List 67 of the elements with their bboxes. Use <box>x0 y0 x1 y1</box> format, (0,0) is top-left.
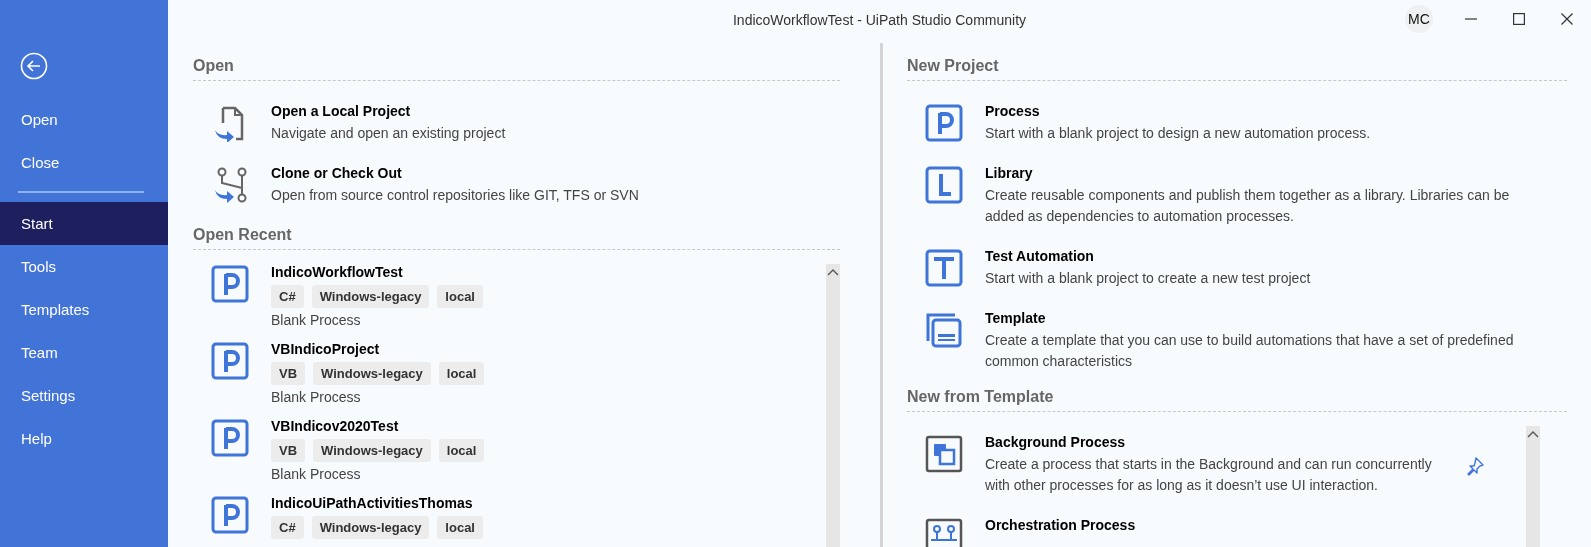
project-type-title[interactable]: Template <box>985 306 1567 330</box>
action-title[interactable]: Open a Local Project <box>271 99 840 123</box>
minimize-icon <box>1465 18 1477 20</box>
project-tag: VB <box>271 361 306 386</box>
section-heading: Open Recent <box>193 223 840 250</box>
project-type: Blank Process <box>271 465 362 484</box>
template-icon <box>925 311 963 349</box>
project-tag: C# <box>271 284 304 309</box>
item-description: Open from source control repositories like GIT, TFS or SVN <box>271 186 640 205</box>
project-name[interactable]: IndicoUiPathActivitiesThomas <box>271 491 483 515</box>
scrollbar[interactable] <box>1526 426 1540 547</box>
sidebar-item[interactable]: Close <box>0 141 168 184</box>
sidebar-item[interactable]: Start <box>0 202 168 245</box>
scroll-up-icon <box>826 268 840 278</box>
project-tag: Windows-legacy <box>311 284 430 309</box>
project-tag: Windows-legacy <box>313 438 431 463</box>
background-process-icon <box>925 435 963 473</box>
section-heading: New from Template <box>907 385 1567 412</box>
library-icon <box>925 166 963 204</box>
test-icon <box>925 249 963 287</box>
project-tag: local <box>438 361 485 386</box>
project-tag: C# <box>271 515 304 540</box>
project-type-title[interactable]: Process <box>985 99 1567 123</box>
project-tag: local <box>437 515 483 540</box>
pin-icon <box>1466 457 1486 477</box>
template-name[interactable]: Background Process <box>985 430 1444 454</box>
project-tag: Windows-legacy <box>311 515 430 540</box>
sidebar-item[interactable]: Settings <box>0 374 168 417</box>
project-type: Blank Process <box>271 311 362 330</box>
window-title: IndicoWorkflowTest - UiPath Studio Community <box>732 12 1027 28</box>
project-tag: Windows-legacy <box>313 361 431 386</box>
item-description: Navigate and open an existing project <box>271 124 507 143</box>
project-name[interactable]: VBIndicov2020Test <box>271 414 485 438</box>
item-description: Start with a blank project to create a new test project <box>985 269 1312 288</box>
project-type-title[interactable]: Library <box>985 161 1567 185</box>
item-description: Start with a blank project to design a new automation process. <box>985 124 1372 143</box>
section-heading: New Project <box>907 54 1567 81</box>
item-description: Create a process that starts in the Background and can run concurrently with other processes for as long as it doesn’t use UI interaction. <box>985 455 1433 495</box>
process-icon <box>925 104 963 142</box>
item-description: Create reusable components and publish them together as a library. Libraries can be added as dependencies to automation processes. <box>985 186 1511 226</box>
template-name[interactable]: Orchestration Process <box>985 513 1526 537</box>
process-icon <box>211 265 249 303</box>
scroll-up-icon <box>1526 430 1540 440</box>
back-icon <box>20 52 48 80</box>
sidebar-item[interactable]: Help <box>0 417 168 460</box>
project-tag: local <box>438 438 485 463</box>
project-name[interactable]: IndicoWorkflowTest <box>271 260 483 284</box>
sidebar-item[interactable]: Tools <box>0 245 168 288</box>
project-name[interactable]: VBIndicoProject <box>271 337 485 361</box>
sidebar-item[interactable]: Open <box>0 98 168 141</box>
process-icon <box>211 496 249 534</box>
sidebar-item[interactable]: Templates <box>0 288 168 331</box>
project-tag: VB <box>271 438 306 463</box>
project-type-title[interactable]: Test Automation <box>985 244 1567 268</box>
action-title[interactable]: Clone or Check Out <box>271 161 840 185</box>
scrollbar[interactable] <box>826 264 840 547</box>
close-icon <box>1561 13 1573 25</box>
item-description: Create a template that you can use to build automations that have a set of predefined common characteristics <box>985 331 1515 371</box>
section-heading: Open <box>193 54 840 81</box>
user-avatar[interactable]: MC <box>1405 5 1433 33</box>
process-icon <box>211 419 249 457</box>
process-icon <box>211 342 249 380</box>
maximize-icon <box>1513 13 1525 25</box>
project-tag: local <box>437 284 483 309</box>
project-type: Blank Process <box>271 388 362 407</box>
sidebar-item[interactable]: Team <box>0 331 168 374</box>
orchestration-icon <box>925 518 963 547</box>
